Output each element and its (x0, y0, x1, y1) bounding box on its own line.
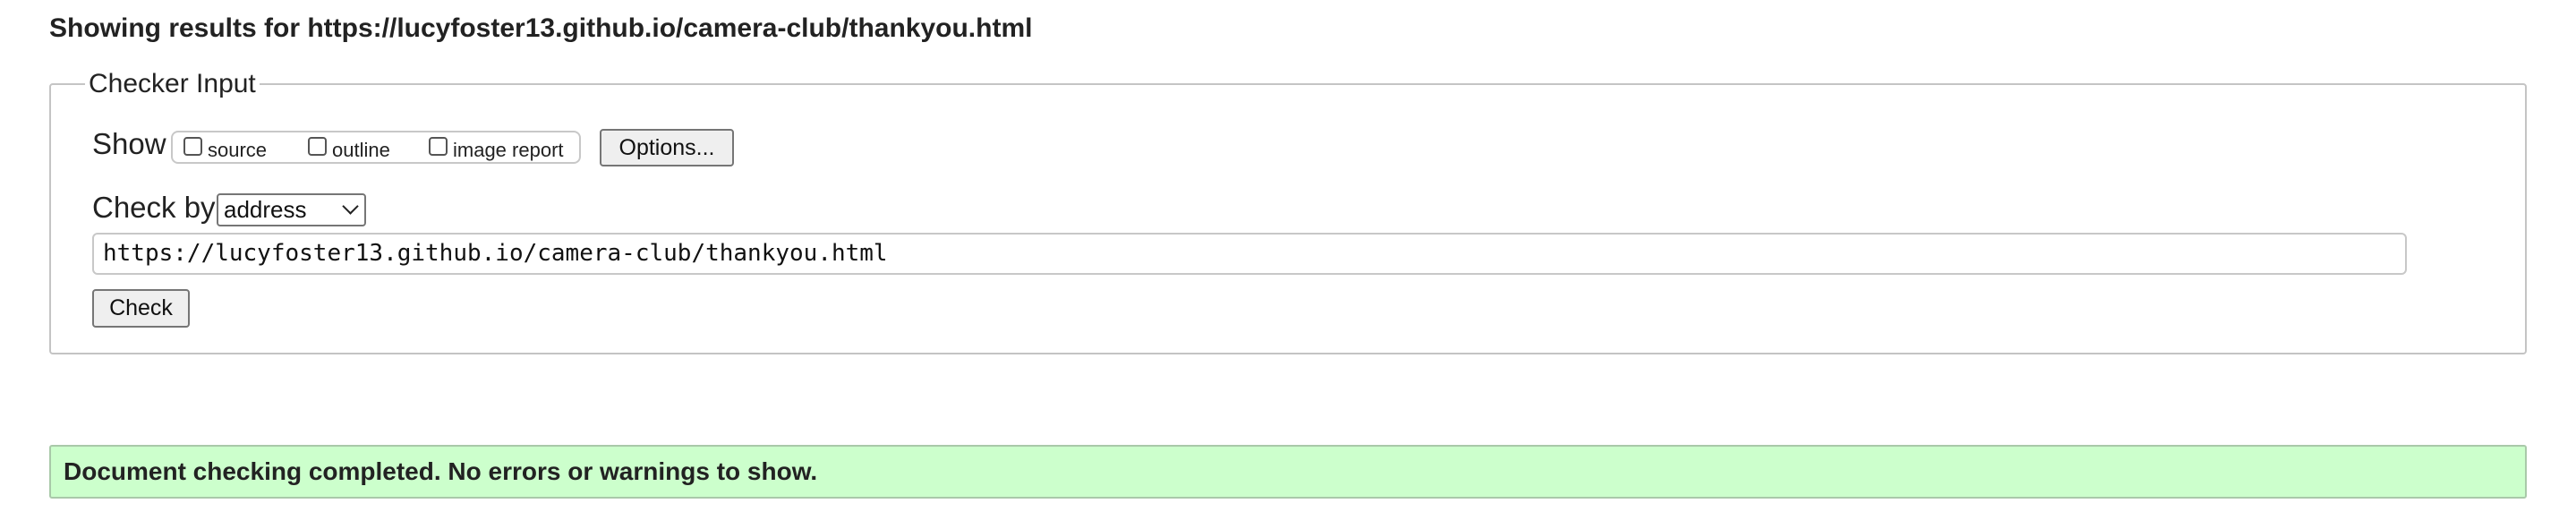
show-image-report-option[interactable]: image report (429, 134, 564, 161)
image-report-checkbox-label: image report (453, 139, 564, 161)
check-by-label: Check by (92, 191, 216, 224)
show-source-option[interactable]: source (183, 134, 267, 161)
options-button[interactable]: Options... (600, 129, 734, 166)
checker-input-fieldset: Checker Input Show source outline image … (49, 67, 2527, 354)
success-message: Document checking completed. No errors o… (49, 445, 2527, 499)
outline-checkbox-label: outline (332, 139, 390, 161)
show-label: Show (92, 127, 166, 160)
checker-input-legend: Checker Input (85, 67, 260, 101)
source-checkbox-label: source (208, 139, 268, 161)
image-report-checkbox[interactable] (429, 136, 448, 156)
validator-results-page: Showing results for https://lucyfoster13… (0, 0, 2576, 512)
outline-checkbox[interactable] (308, 136, 327, 156)
page-title: Showing results for https://lucyfoster13… (49, 13, 1033, 43)
url-input[interactable]: https://lucyfoster13.github.io/camera-cl… (92, 233, 2407, 275)
show-options-group: source outline image report (171, 131, 581, 164)
source-checkbox[interactable] (183, 136, 202, 156)
show-outline-option[interactable]: outline (308, 134, 390, 161)
check-by-selected-value: address (224, 196, 307, 223)
check-button[interactable]: Check (92, 289, 190, 328)
check-by-select[interactable]: address (217, 193, 366, 226)
chevron-down-icon (342, 198, 359, 215)
